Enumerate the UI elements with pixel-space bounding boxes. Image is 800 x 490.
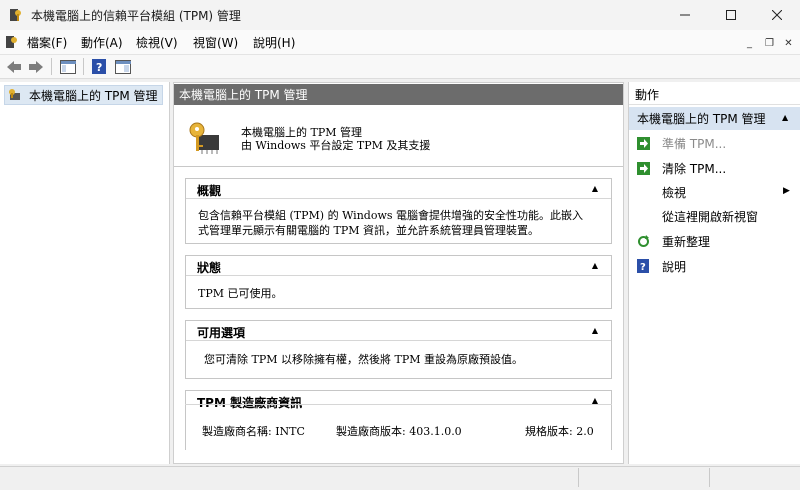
- forward-button[interactable]: [26, 57, 46, 76]
- green-arrow-icon: [636, 161, 650, 175]
- submenu-arrow-icon: ▶: [783, 186, 790, 196]
- back-arrow-icon: [7, 60, 21, 73]
- restore-icon: ❐: [765, 37, 774, 49]
- mdi-restore-button[interactable]: ❐: [762, 36, 777, 50]
- action-clear-tpm[interactable]: 清除 TPM...: [636, 158, 796, 178]
- status-section-header[interactable]: 狀態 ▲: [186, 256, 611, 276]
- close-icon: [772, 10, 782, 20]
- options-section: 可用選項 ▲ 您可清除 TPM 以移除擁有權，然後將 TPM 重設為原廠預設值。: [185, 320, 612, 379]
- toolbar-separator: [51, 58, 52, 75]
- collapse-caret-icon[interactable]: ▲: [782, 113, 788, 122]
- green-arrow-icon: [636, 136, 650, 150]
- tpm-chip-icon: [9, 89, 20, 100]
- help-button[interactable]: ?: [89, 57, 109, 76]
- status-text: TPM 已可使用。: [198, 287, 283, 300]
- status-separator: [709, 468, 710, 487]
- manufacturer-section: TPM 製造廠商資訊 ▲ 製造廠商名稱: INTC 製造廠商版本: 403.1.…: [185, 390, 612, 450]
- status-separator: [578, 468, 579, 487]
- menu-file[interactable]: 檔案(F): [27, 34, 67, 51]
- section-title: 可用選項: [197, 326, 246, 340]
- svg-text:?: ?: [96, 61, 102, 74]
- section-title: 概觀: [197, 184, 222, 198]
- collapse-caret-icon[interactable]: ▲: [592, 326, 598, 335]
- manufacturer-section-header[interactable]: TPM 製造廠商資訊 ▲: [186, 391, 611, 411]
- actions-group-header[interactable]: 本機電腦上的 TPM 管理: [629, 107, 800, 130]
- divider: [185, 404, 612, 405]
- section-title: 狀態: [197, 261, 222, 275]
- results-pane-header: 本機電腦上的 TPM 管理: [174, 84, 623, 105]
- actions-pane-header: 動作: [629, 84, 800, 105]
- overview-text-line1: 包含信賴平台模組 (TPM) 的 Windows 電腦會提供增強的安全性功能。此…: [198, 209, 584, 222]
- divider: [174, 166, 623, 167]
- action-new-window[interactable]: 從這裡開啟新視窗: [636, 206, 796, 226]
- intro-subtitle: 由 Windows 平台設定 TPM 及其支援: [241, 139, 431, 152]
- manufacturer-version: 製造廠商版本: 403.1.0.0: [336, 425, 462, 438]
- collapse-caret-icon[interactable]: ▲: [592, 184, 598, 193]
- toolbar-separator: [83, 58, 84, 75]
- show-hide-action-pane-button[interactable]: [113, 57, 133, 76]
- overview-section-header[interactable]: 概觀 ▲: [186, 179, 611, 199]
- status-section: 狀態 ▲ TPM 已可使用。: [185, 255, 612, 309]
- console-tree-pane: [0, 82, 170, 464]
- tree-item-label: 本機電腦上的 TPM 管理: [29, 88, 158, 103]
- action-prepare-tpm[interactable]: 準備 TPM...: [636, 133, 796, 153]
- action-label: 從這裡開啟新視窗: [662, 209, 759, 224]
- help-icon: ?: [636, 259, 650, 273]
- collapse-caret-icon[interactable]: ▲: [592, 261, 598, 270]
- minimize-icon: _: [747, 37, 752, 49]
- action-label: 檢視: [662, 185, 687, 200]
- mdi-minimize-button[interactable]: _: [742, 36, 757, 50]
- status-bar: [0, 466, 800, 490]
- tpm-key-icon: [187, 121, 223, 157]
- system-menu-icon[interactable]: [4, 35, 18, 49]
- minimize-button[interactable]: [662, 0, 708, 30]
- back-button[interactable]: [4, 57, 24, 76]
- window-title: 本機電腦上的信賴平台模組 (TPM) 管理: [31, 9, 241, 23]
- action-view[interactable]: 檢視: [636, 182, 796, 202]
- refresh-icon: [636, 234, 650, 248]
- section-title: TPM 製造廠商資訊: [197, 396, 303, 410]
- mdi-close-button[interactable]: ✕: [781, 36, 796, 50]
- menu-window[interactable]: 視窗(W): [193, 34, 238, 51]
- tree-item-tpm-management[interactable]: 本機電腦上的 TPM 管理: [4, 85, 163, 105]
- action-refresh[interactable]: 重新整理: [636, 231, 796, 251]
- options-section-header[interactable]: 可用選項 ▲: [186, 321, 611, 341]
- svg-text:?: ?: [640, 262, 646, 273]
- menu-help[interactable]: 說明(H): [253, 34, 295, 51]
- menu-action[interactable]: 動作(A): [81, 34, 123, 51]
- action-label: 說明: [662, 259, 687, 274]
- action-label: 重新整理: [662, 234, 711, 249]
- overview-text-line2: 式管理單元顯示有關電腦的 TPM 資訊，並允許系統管理員管理裝置。: [198, 224, 539, 237]
- tpm-app-icon: [8, 8, 22, 22]
- maximize-icon: [726, 10, 736, 20]
- close-icon: ✕: [784, 37, 793, 49]
- manufacturer-name: 製造廠商名稱: INTC: [202, 425, 305, 438]
- action-label: 準備 TPM...: [662, 136, 727, 151]
- action-label: 清除 TPM...: [662, 161, 727, 176]
- options-text: 您可清除 TPM 以移除擁有權，然後將 TPM 重設為原廠預設值。: [204, 353, 523, 366]
- show-hide-console-tree-button[interactable]: [58, 57, 78, 76]
- action-help[interactable]: ? 說明: [636, 256, 796, 276]
- spec-version: 規格版本: 2.0: [525, 425, 594, 438]
- overview-section: 概觀 ▲ 包含信賴平台模組 (TPM) 的 Windows 電腦會提供增強的安全…: [185, 178, 612, 244]
- help-book-icon: ?: [92, 59, 106, 74]
- action-pane-icon: [115, 59, 131, 74]
- forward-arrow-icon: [29, 60, 43, 73]
- maximize-button[interactable]: [708, 0, 754, 30]
- console-tree-icon: [60, 59, 76, 74]
- menu-view[interactable]: 檢視(V): [136, 34, 178, 51]
- close-button[interactable]: [754, 0, 800, 30]
- section-body: 包含信賴平台模組 (TPM) 的 Windows 電腦會提供增強的安全性功能。此…: [198, 208, 583, 238]
- minimize-icon: [680, 14, 690, 16]
